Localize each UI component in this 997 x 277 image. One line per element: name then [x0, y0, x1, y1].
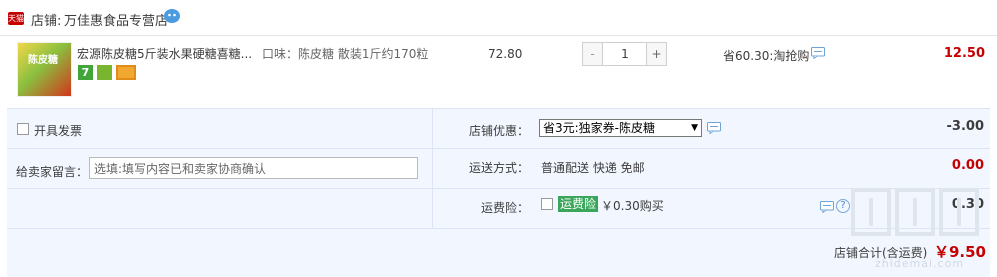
insurance-label: 运费险：	[480, 201, 529, 215]
card-icon[interactable]	[116, 65, 136, 80]
watermark-text: zhidemai.com	[875, 257, 965, 270]
watermark-logo	[851, 188, 979, 236]
chat-bubble-icon[interactable]	[707, 122, 721, 134]
tmall-badge-icon: 天猫	[8, 12, 24, 25]
message-label: 给卖家留言：	[16, 165, 89, 179]
wangwang-chat-icon[interactable]	[163, 8, 181, 24]
row-divider	[7, 188, 990, 189]
quantity-stepper: - +	[582, 42, 667, 66]
unit-price: 72.80	[488, 47, 523, 61]
insurance-price: ￥0.30购买	[601, 199, 664, 213]
order-panel: 开具发票 给卖家留言： 店铺优惠： 省3元:独家券-陈皮糖 ▼ -3.00 运送…	[7, 108, 990, 277]
row-divider	[7, 148, 990, 149]
shop-name-link[interactable]: 万佳惠食品专营店	[64, 10, 168, 29]
qty-input[interactable]	[604, 43, 646, 65]
insurance-checkbox[interactable]	[541, 198, 553, 210]
seller-message-input[interactable]	[89, 157, 418, 179]
item-title-link[interactable]: 宏源陈皮糖5斤装水果硬糖喜糖...	[77, 45, 252, 62]
item-thumbnail-text: 陈皮糖	[28, 55, 58, 66]
chat-bubble-icon[interactable]	[820, 201, 834, 213]
discount-value: -3.00	[946, 119, 984, 134]
chevron-down-icon: ▼	[691, 123, 698, 133]
shipping-fee: 0.00	[951, 158, 984, 173]
shipping-label: 运送方式：	[468, 161, 529, 175]
row-divider	[7, 228, 990, 229]
qty-plus-button[interactable]: +	[646, 43, 666, 65]
shop-label: 店铺:	[31, 14, 62, 29]
insurance-tag: 运费险	[558, 196, 599, 212]
shield-icon[interactable]	[97, 65, 112, 80]
invoice-label: 开具发票	[34, 124, 83, 138]
invoice-checkbox[interactable]	[17, 123, 29, 135]
column-divider	[432, 109, 433, 228]
coupon-label: 店铺优惠：	[468, 124, 529, 138]
coupon-selected-value: 省3元:独家券-陈皮糖	[543, 121, 656, 135]
cart-item-row: 陈皮糖 宏源陈皮糖5斤装水果硬糖喜糖... 口味：陈皮糖 散装1斤约170粒 7…	[0, 37, 997, 107]
item-thumbnail[interactable]: 陈皮糖	[17, 42, 72, 97]
shipping-method: 普通配送 快递 免邮	[541, 161, 645, 175]
item-subtotal: 12.50	[943, 46, 985, 61]
chat-bubble-icon[interactable]	[811, 47, 825, 59]
promo-text: 省60.30:淘抢购	[723, 49, 810, 63]
shop-header: 天猫 店铺: 万佳惠食品专营店	[0, 0, 997, 36]
coupon-select[interactable]: 省3元:独家券-陈皮糖 ▼	[539, 119, 702, 137]
qty-minus-button[interactable]: -	[583, 43, 603, 65]
item-sku: 口味：陈皮糖 散装1斤约170粒	[262, 47, 429, 61]
seven-day-return-icon[interactable]: 7	[78, 65, 93, 80]
